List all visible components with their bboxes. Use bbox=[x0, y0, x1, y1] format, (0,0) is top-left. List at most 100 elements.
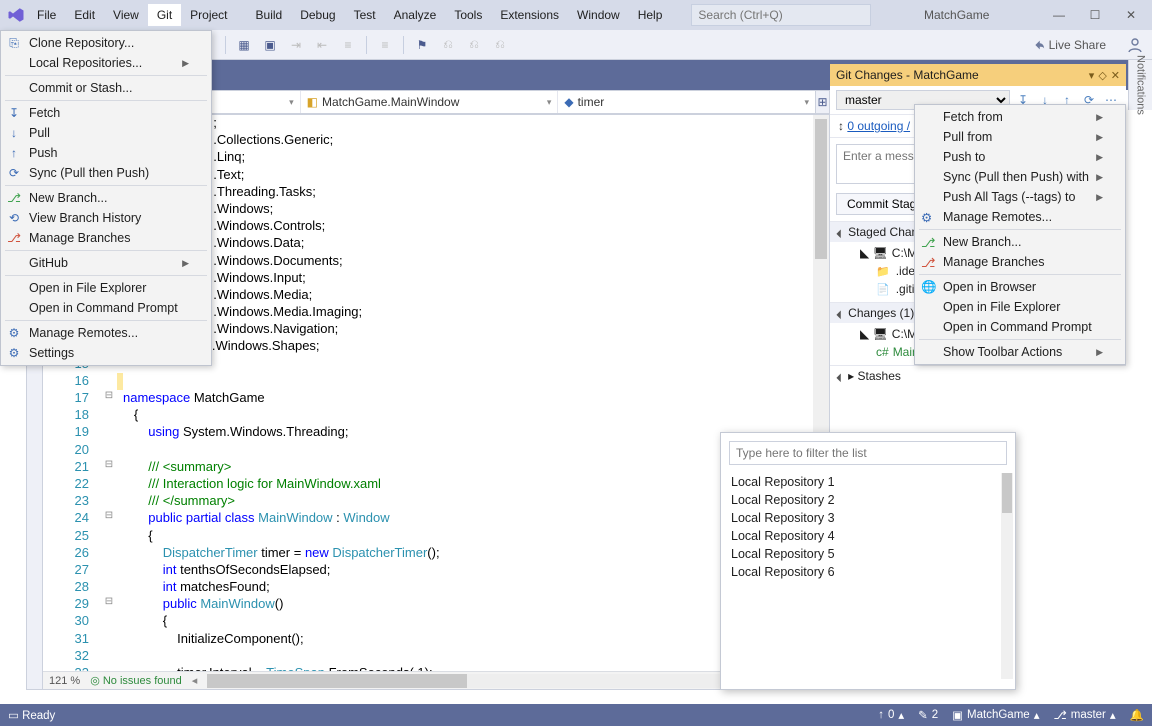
notifications-label: Notifications bbox=[1135, 55, 1147, 115]
menu-extensions[interactable]: Extensions bbox=[491, 4, 568, 26]
menu-tools[interactable]: Tools bbox=[445, 4, 491, 26]
notifications-tab[interactable]: Notifications bbox=[1128, 60, 1152, 110]
repo-item[interactable]: Local Repository 5 bbox=[731, 545, 1005, 563]
status-outgoing[interactable]: ↑ 0 ▴ bbox=[878, 708, 904, 722]
close-button[interactable]: ✕ bbox=[1114, 3, 1148, 27]
open-browser[interactable]: 🌐Open in Browser bbox=[915, 277, 1125, 297]
git-open-cmd[interactable]: Open in Command Prompt bbox=[1, 298, 211, 318]
git-github[interactable]: GitHub▶ bbox=[1, 253, 211, 273]
vs-logo bbox=[4, 3, 28, 27]
manage-branches[interactable]: ⎇Manage Branches bbox=[915, 252, 1125, 272]
show-toolbar-actions[interactable]: Show Toolbar Actions▶ bbox=[915, 342, 1125, 362]
toolbar-icon[interactable]: ⇤ bbox=[311, 34, 333, 56]
menu-git[interactable]: Git bbox=[148, 4, 181, 26]
git-manage-remotes[interactable]: ⚙Manage Remotes... bbox=[1, 323, 211, 343]
issues-status[interactable]: ◎ No issues found bbox=[90, 674, 182, 687]
menu-edit[interactable]: Edit bbox=[65, 4, 104, 26]
fetch-from[interactable]: Fetch from▶ bbox=[915, 107, 1125, 127]
git-commit-stash[interactable]: Commit or Stash... bbox=[1, 78, 211, 98]
menu-build[interactable]: Build bbox=[247, 4, 292, 26]
git-push[interactable]: ↑Push bbox=[1, 143, 211, 163]
repo-item[interactable]: Local Repository 6 bbox=[731, 563, 1005, 581]
git-pull[interactable]: ↓Pull bbox=[1, 123, 211, 143]
menu-test[interactable]: Test bbox=[345, 4, 385, 26]
stashes-header[interactable]: ▸ Stashes bbox=[830, 365, 1126, 386]
class-icon: ◧ bbox=[307, 95, 318, 109]
repo-filter-input[interactable] bbox=[729, 441, 1007, 465]
git-panel-title: Git Changes - MatchGame bbox=[836, 68, 979, 82]
git-history[interactable]: ⟲View Branch History bbox=[1, 208, 211, 228]
repo-item[interactable]: Local Repository 3 bbox=[731, 509, 1005, 527]
menu-analyze[interactable]: Analyze bbox=[385, 4, 446, 26]
toolbar-icon[interactable]: ⎌ bbox=[489, 34, 511, 56]
status-changes[interactable]: ✎ 2 bbox=[918, 708, 938, 722]
editor-status-strip: 121 % ◎ No issues found ◂ ▸ Ln: 16 bbox=[43, 671, 829, 689]
toolbar-icon[interactable]: ⇥ bbox=[285, 34, 307, 56]
menu-debug[interactable]: Debug bbox=[291, 4, 344, 26]
git-panel-header[interactable]: Git Changes - MatchGame ▾ ◇ ✕ bbox=[830, 64, 1126, 86]
fetch-icon: ↧ bbox=[7, 106, 21, 120]
minimize-button[interactable]: — bbox=[1042, 3, 1076, 27]
manage-remotes[interactable]: ⚙Manage Remotes... bbox=[915, 207, 1125, 227]
menu-file[interactable]: File bbox=[28, 4, 65, 26]
menu-project[interactable]: Project bbox=[181, 4, 236, 26]
dropdown-icon[interactable]: ▾ bbox=[1089, 69, 1095, 82]
history-icon: ⟲ bbox=[7, 211, 21, 225]
status-branch[interactable]: ⎇ master ▴ bbox=[1053, 708, 1115, 722]
horizontal-scrollbar[interactable] bbox=[207, 674, 767, 688]
pull-icon: ↓ bbox=[7, 126, 21, 140]
remotes-icon: ⚙ bbox=[7, 326, 21, 340]
push-to[interactable]: Push to▶ bbox=[915, 147, 1125, 167]
zoom-level[interactable]: 121 % bbox=[49, 675, 80, 687]
toolbar-icon[interactable]: ≡ bbox=[337, 34, 359, 56]
gear-icon: ⚙ bbox=[921, 210, 935, 225]
sync-icon: ⟳ bbox=[7, 166, 21, 180]
git-new-branch[interactable]: ⎇New Branch... bbox=[1, 188, 211, 208]
pull-from[interactable]: Pull from▶ bbox=[915, 127, 1125, 147]
bookmark-marker bbox=[117, 373, 123, 390]
toolbar-icon[interactable]: ▦ bbox=[233, 34, 255, 56]
toolbar-icon[interactable]: ⎌ bbox=[437, 34, 459, 56]
repo-item[interactable]: Local Repository 2 bbox=[731, 491, 1005, 509]
open-explorer[interactable]: Open in File Explorer bbox=[915, 297, 1125, 317]
nav-member[interactable]: ◆timer▾ bbox=[558, 91, 815, 113]
split-icon[interactable]: ⊞ bbox=[816, 90, 830, 114]
repo-list: Local Repository 1 Local Repository 2 Lo… bbox=[721, 473, 1015, 673]
pin-icon[interactable]: ◇ bbox=[1098, 69, 1106, 82]
nav-class[interactable]: ◧MatchGame.MainWindow▾ bbox=[301, 91, 559, 113]
flag-icon[interactable]: ⚑ bbox=[411, 34, 433, 56]
field-icon: ◆ bbox=[564, 95, 573, 109]
menu-window[interactable]: Window bbox=[568, 4, 629, 26]
open-cmd[interactable]: Open in Command Prompt bbox=[915, 317, 1125, 337]
live-share-button[interactable]: Live Share bbox=[1023, 36, 1114, 54]
close-icon[interactable]: ✕ bbox=[1111, 69, 1120, 82]
globe-icon: 🌐 bbox=[921, 280, 935, 295]
bell-icon[interactable]: 🔔 bbox=[1130, 708, 1144, 722]
push-tags[interactable]: Push All Tags (--tags) to▶ bbox=[915, 187, 1125, 207]
git-sync[interactable]: ⟳Sync (Pull then Push) bbox=[1, 163, 211, 183]
maximize-button[interactable]: ☐ bbox=[1078, 3, 1112, 27]
popup-scrollbar[interactable] bbox=[1001, 473, 1013, 679]
menu-view[interactable]: View bbox=[104, 4, 148, 26]
menu-bar: File Edit View Git Project Build Debug T… bbox=[28, 4, 671, 26]
status-bar: ▭ Ready ↑ 0 ▴ ✎ 2 ▣ MatchGame ▴ ⎇ master… bbox=[0, 704, 1152, 726]
git-menu: ⎘Clone Repository... Local Repositories.… bbox=[0, 30, 212, 366]
git-manage-branches[interactable]: ⎇Manage Branches bbox=[1, 228, 211, 248]
menu-help[interactable]: Help bbox=[629, 4, 672, 26]
toolbar-icon[interactable]: ⎌ bbox=[463, 34, 485, 56]
new-branch[interactable]: ⎇New Branch... bbox=[915, 232, 1125, 252]
git-local-repos[interactable]: Local Repositories...▶ bbox=[1, 53, 211, 73]
search-input[interactable] bbox=[691, 4, 871, 26]
git-open-explorer[interactable]: Open in File Explorer bbox=[1, 278, 211, 298]
git-settings[interactable]: ⚙Settings bbox=[1, 343, 211, 363]
toolbar-icon[interactable]: ≡ bbox=[374, 34, 396, 56]
user-icon[interactable] bbox=[1124, 34, 1146, 56]
push-icon: ↑ bbox=[7, 146, 21, 160]
git-clone[interactable]: ⎘Clone Repository... bbox=[1, 33, 211, 53]
status-project[interactable]: ▣ MatchGame ▴ bbox=[952, 708, 1039, 722]
git-fetch[interactable]: ↧Fetch bbox=[1, 103, 211, 123]
sync-with[interactable]: Sync (Pull then Push) with▶ bbox=[915, 167, 1125, 187]
repo-item[interactable]: Local Repository 4 bbox=[731, 527, 1005, 545]
repo-item[interactable]: Local Repository 1 bbox=[731, 473, 1005, 491]
toolbar-icon[interactable]: ▣ bbox=[259, 34, 281, 56]
